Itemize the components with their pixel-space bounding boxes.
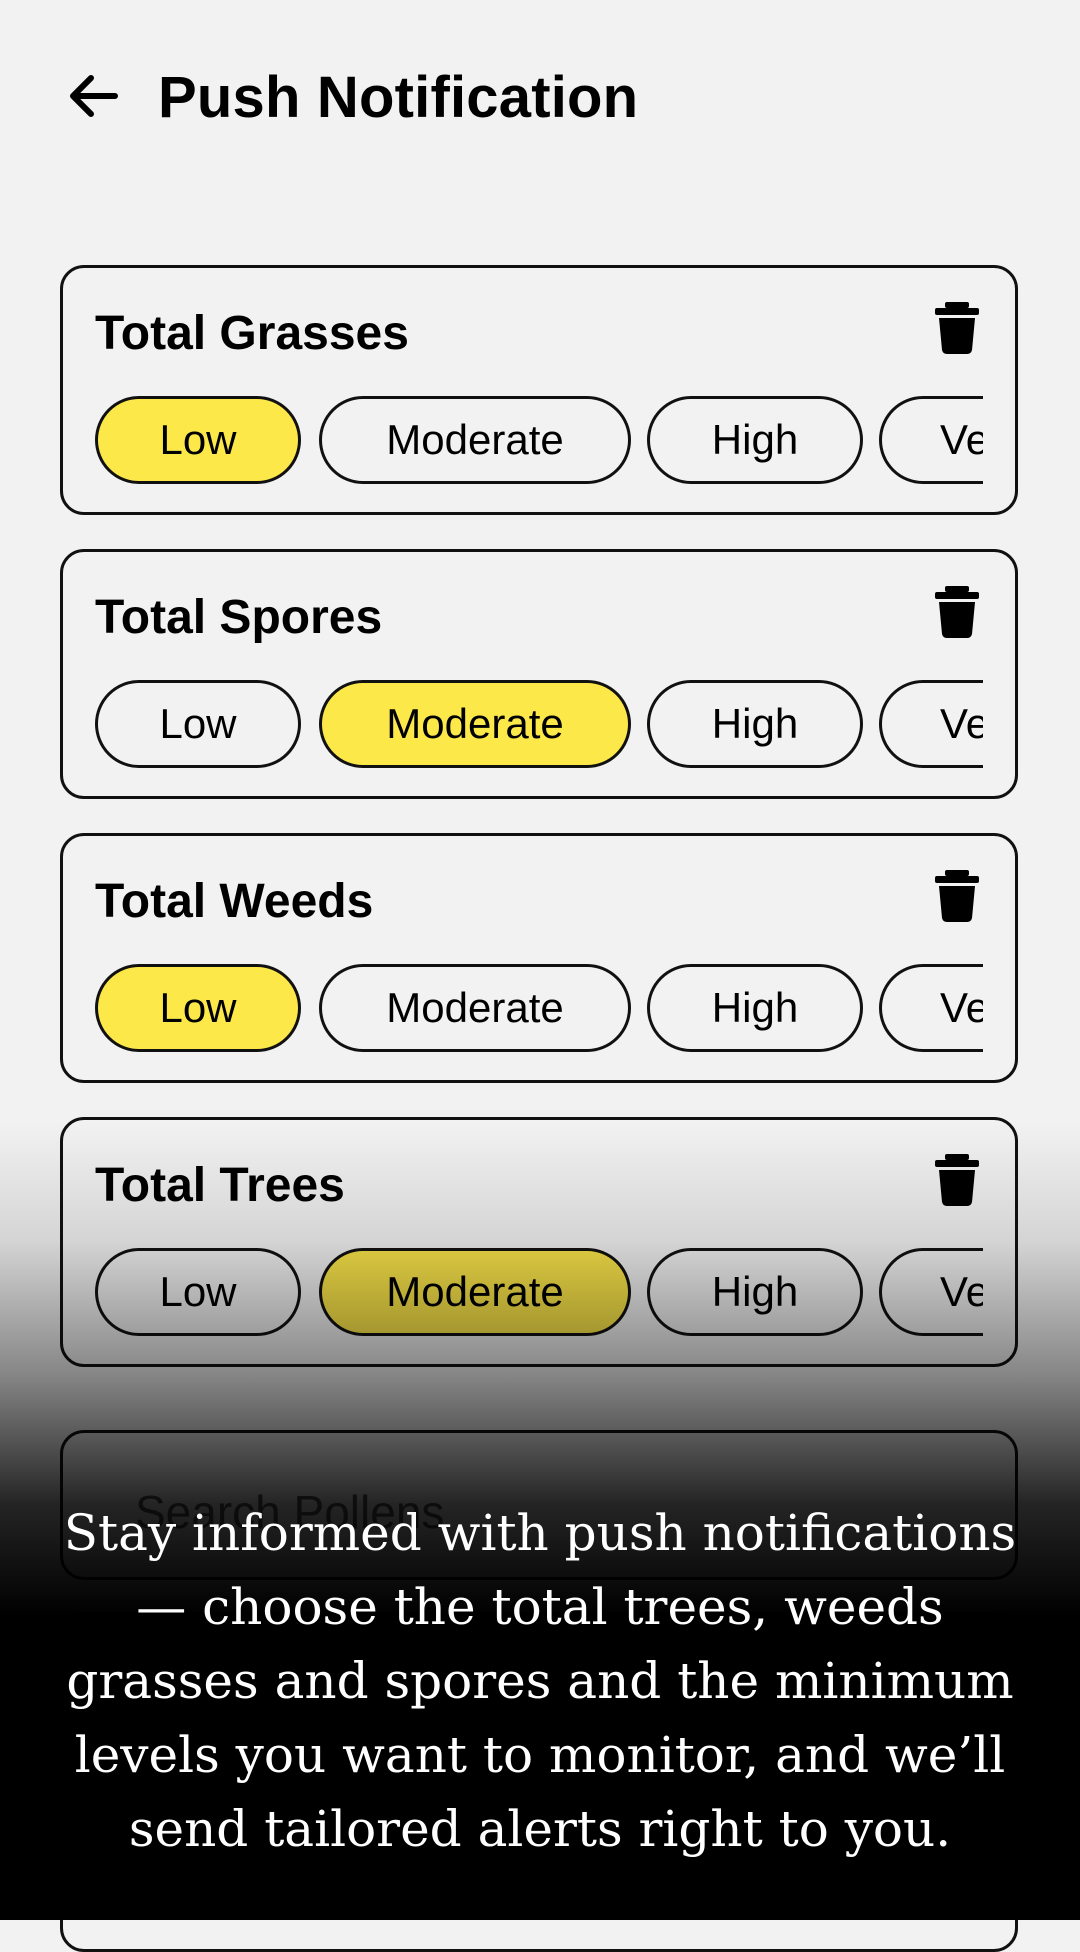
search-pollens-input[interactable]: Search Pollens bbox=[60, 1430, 1018, 1580]
chip-moderate[interactable]: Moderate bbox=[319, 396, 631, 484]
trash-icon[interactable] bbox=[935, 870, 979, 922]
page-title: Push Notification bbox=[158, 65, 639, 130]
card-title: Total Weeds bbox=[95, 875, 374, 928]
pollen-card-spores: Total Spores Low Moderate High Ve bbox=[60, 549, 1018, 799]
pollen-card-trees: Total Trees Low Moderate High Ve bbox=[60, 1117, 1018, 1367]
arrow-left-icon bbox=[70, 75, 118, 117]
chip-high[interactable]: High bbox=[647, 964, 863, 1052]
card-title: Total Spores bbox=[95, 591, 383, 644]
level-chips: Low Moderate High Ve bbox=[95, 396, 983, 488]
chip-very-high[interactable]: Ve bbox=[879, 680, 983, 768]
chip-low[interactable]: Low bbox=[95, 396, 301, 484]
app-bar: Push Notification bbox=[0, 0, 1080, 200]
search-placeholder: Search Pollens bbox=[135, 1486, 445, 1538]
trash-icon[interactable] bbox=[935, 1154, 979, 1206]
card-title: Total Trees bbox=[95, 1159, 345, 1212]
chip-low[interactable]: Low bbox=[95, 680, 301, 768]
chip-moderate[interactable]: Moderate bbox=[319, 964, 631, 1052]
chip-very-high[interactable]: Ve bbox=[879, 1248, 983, 1336]
trash-icon[interactable] bbox=[935, 302, 979, 354]
chip-moderate[interactable]: Moderate bbox=[319, 1248, 631, 1336]
chip-low[interactable]: Low bbox=[95, 964, 301, 1052]
level-chips: Low Moderate High Ve bbox=[95, 680, 983, 772]
back-button[interactable] bbox=[66, 68, 122, 124]
pollen-card-grasses: Total Grasses Low Moderate High Ve bbox=[60, 265, 1018, 515]
chip-high[interactable]: High bbox=[647, 1248, 863, 1336]
level-chips: Low Moderate High Ve bbox=[95, 964, 983, 1056]
chip-high[interactable]: High bbox=[647, 396, 863, 484]
level-chips: Low Moderate High Ve bbox=[95, 1248, 983, 1340]
card-title: Total Grasses bbox=[95, 307, 409, 360]
trash-icon[interactable] bbox=[935, 586, 979, 638]
chip-very-high[interactable]: Ve bbox=[879, 396, 983, 484]
pollen-card-weeds: Total Weeds Low Moderate High Ve bbox=[60, 833, 1018, 1083]
chip-moderate[interactable]: Moderate bbox=[319, 680, 631, 768]
add-pollen-card bbox=[60, 1612, 1018, 1952]
chip-very-high[interactable]: Ve bbox=[879, 964, 983, 1052]
chip-low[interactable]: Low bbox=[95, 1248, 301, 1336]
chip-high[interactable]: High bbox=[647, 680, 863, 768]
